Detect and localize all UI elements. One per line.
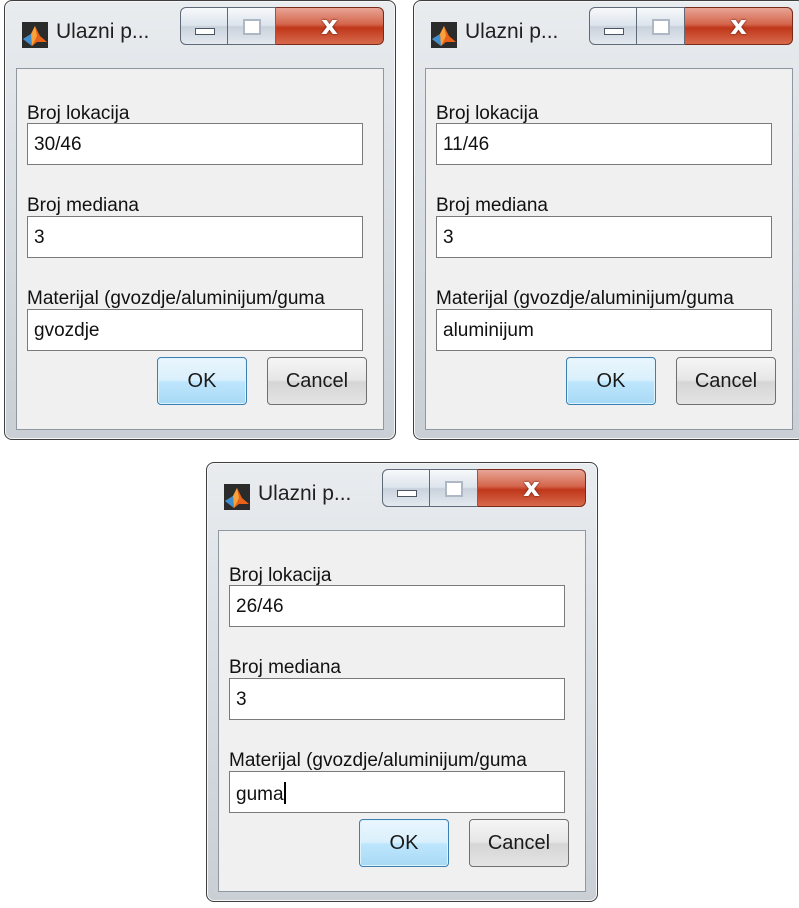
maximize-button[interactable] [430,469,478,507]
close-icon: x [730,11,747,41]
maximize-button[interactable] [228,7,276,45]
input-dialog-1: Ulazni p... x Broj lokacija 30/46 Broj m… [4,0,396,440]
maximize-icon [652,19,670,35]
caption-buttons: x [180,7,384,45]
field-label-broj-lokacija: Broj lokacija [436,103,539,124]
minimize-icon [397,490,417,497]
maximize-icon [243,19,261,35]
ok-button[interactable]: OK [157,357,247,405]
text-cursor [283,782,286,804]
close-icon: x [321,11,338,41]
minimize-button[interactable] [382,469,430,507]
input-dialog-2: Ulazni p... x Broj lokacija 11/46 Broj m… [413,0,799,440]
close-button[interactable]: x [685,7,793,45]
caption-buttons: x [382,469,586,507]
ok-button[interactable]: OK [359,819,449,867]
title-bar[interactable]: Ulazni p... x [413,0,799,60]
field-label-materijal: Materijal (gvozdje/aluminijum/guma [436,288,734,309]
caption-buttons: x [589,7,793,45]
maximize-button[interactable] [637,7,685,45]
close-button[interactable]: x [276,7,384,45]
cancel-button[interactable]: Cancel [267,357,367,405]
minimize-icon [604,28,624,35]
matlab-icon [224,484,250,510]
broj-mediana-input[interactable]: 3 [27,216,363,258]
minimize-icon [195,28,215,35]
materijal-input[interactable]: aluminijum [436,309,772,351]
broj-mediana-input[interactable]: 3 [229,678,565,720]
window-title: Ulazni p... [56,20,150,43]
field-label-broj-mediana: Broj mediana [229,657,341,678]
dialog-body: Broj lokacija 30/46 Broj mediana 3 Mater… [16,68,384,430]
broj-lokacija-input[interactable]: 11/46 [436,123,772,165]
field-label-broj-lokacija: Broj lokacija [27,103,130,124]
field-label-broj-mediana: Broj mediana [436,195,548,216]
materijal-input[interactable]: guma [229,771,565,813]
minimize-button[interactable] [180,7,228,45]
ok-button[interactable]: OK [566,357,656,405]
broj-lokacija-input[interactable]: 30/46 [27,123,363,165]
window-title: Ulazni p... [258,482,352,505]
field-label-broj-mediana: Broj mediana [27,195,139,216]
field-label-materijal: Materijal (gvozdje/aluminijum/guma [27,288,325,309]
matlab-icon [431,22,457,48]
cancel-button[interactable]: Cancel [676,357,776,405]
broj-lokacija-input[interactable]: 26/46 [229,585,565,627]
input-dialog-3: Ulazni p... x Broj lokacija 26/46 Broj m… [206,462,598,902]
minimize-button[interactable] [589,7,637,45]
maximize-icon [445,481,463,497]
matlab-icon [22,22,48,48]
cancel-button[interactable]: Cancel [469,819,569,867]
field-label-materijal: Materijal (gvozdje/aluminijum/guma [229,750,527,771]
materijal-input[interactable]: gvozdje [27,309,363,351]
materijal-value: guma [236,784,284,805]
dialog-body: Broj lokacija 11/46 Broj mediana 3 Mater… [425,68,793,430]
title-bar[interactable]: Ulazni p... x [206,462,598,522]
broj-mediana-input[interactable]: 3 [436,216,772,258]
field-label-broj-lokacija: Broj lokacija [229,565,332,586]
close-button[interactable]: x [478,469,586,507]
window-title: Ulazni p... [465,20,559,43]
dialog-body: Broj lokacija 26/46 Broj mediana 3 Mater… [218,530,586,892]
close-icon: x [523,473,540,503]
title-bar[interactable]: Ulazni p... x [4,0,396,60]
